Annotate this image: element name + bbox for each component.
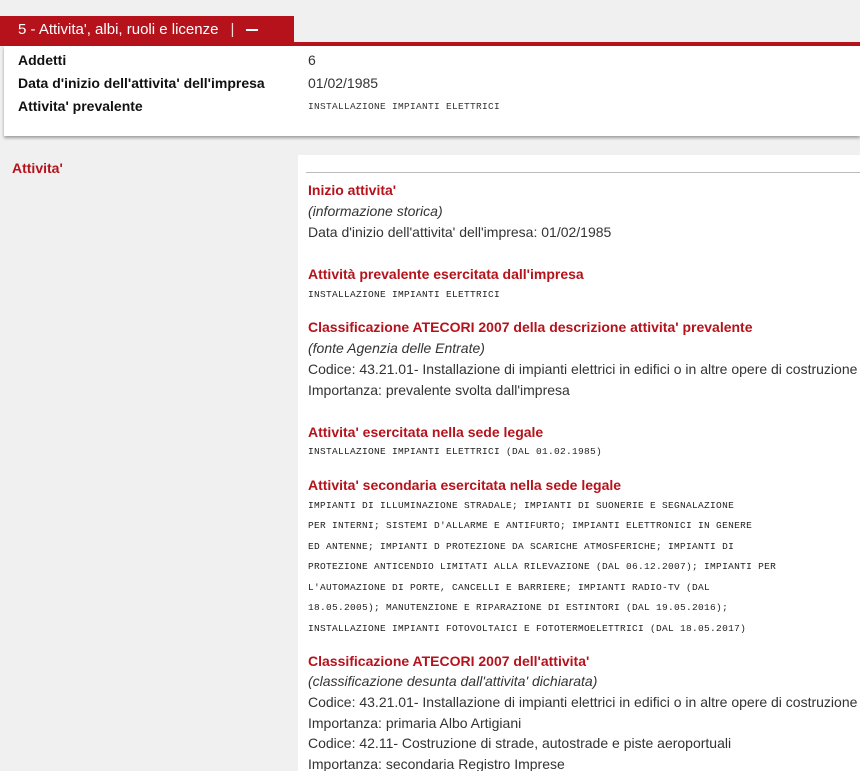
ateco-prevalente-title: Classificazione ATECORI 2007 della descr… bbox=[308, 319, 753, 335]
secondaria-line: L'AUTOMAZIONE DI PORTE, CANCELLI E BARRI… bbox=[308, 582, 711, 593]
ateco-attivita-codice-1: Codice: 43.21.01- Installazione di impia… bbox=[308, 694, 858, 710]
ateco-prevalente-codice: Codice: 43.21.01- Installazione di impia… bbox=[308, 361, 858, 377]
prevalente-title: Attività prevalente esercitata dall'impr… bbox=[308, 266, 584, 282]
ateco-attivita-importanza-2: Importanza: secondaria Registro Imprese bbox=[308, 756, 565, 771]
secondaria-title: Attivita' secondaria esercitata nella se… bbox=[308, 477, 622, 493]
section-title: 5 - Attivita', albi, ruoli e licenze bbox=[18, 21, 219, 38]
sede-legale-title: Attivita' esercitata nella sede legale bbox=[308, 424, 544, 440]
prevalente-value: INSTALLAZIONE IMPIANTI ELETTRICI bbox=[308, 101, 501, 112]
inizio-title: Inizio attivita' bbox=[308, 182, 397, 198]
summary-row-addetti: Addetti 6 bbox=[18, 52, 316, 68]
left-column: Attivita' bbox=[4, 155, 298, 771]
collapse-icon[interactable] bbox=[244, 22, 260, 38]
summary-panel: Addetti 6 Data d'inizio dell'attivita' d… bbox=[4, 46, 860, 136]
activity-details: Inizio attivita' (informazione storica) … bbox=[298, 155, 860, 771]
secondaria-line: ED ANTENNE; IMPIANTI D PROTEZIONE DA SCA… bbox=[308, 541, 735, 552]
secondaria-line: INSTALLAZIONE IMPIANTI FOTOVOLTAICI E FO… bbox=[308, 623, 747, 634]
ateco-prevalente-importanza: Importanza: prevalente svolta dall'impre… bbox=[308, 382, 570, 398]
ateco-attivita-note: (classificazione desunta dall'attivita' … bbox=[308, 673, 598, 689]
tab-separator: | bbox=[230, 21, 235, 38]
data-inizio-value: 01/02/1985 bbox=[308, 75, 379, 91]
addetti-label: Addetti bbox=[18, 52, 67, 68]
secondaria-line: PER INTERNI; SISTEMI D'ALLARME E ANTIFUR… bbox=[308, 520, 753, 531]
sede-legale-text: INSTALLAZIONE IMPIANTI ELETTRICI (DAL 01… bbox=[308, 446, 603, 457]
prevalente-text: INSTALLAZIONE IMPIANTI ELETTRICI bbox=[308, 289, 501, 300]
addetti-value: 6 bbox=[308, 52, 316, 68]
data-inizio-label: Data d'inizio dell'attivita' dell'impres… bbox=[18, 75, 265, 91]
ateco-attivita-importanza-1: Importanza: primaria Albo Artigiani bbox=[308, 715, 522, 731]
ateco-prevalente-note: (fonte Agenzia delle Entrate) bbox=[308, 340, 485, 356]
summary-row-data-inizio: Data d'inizio dell'attivita' dell'impres… bbox=[18, 75, 378, 91]
inizio-text: Data d'inizio dell'attivita' dell'impres… bbox=[308, 224, 612, 240]
secondaria-line: 18.05.2005); MANUTENZIONE E RIPARAZIONE … bbox=[308, 602, 729, 613]
secondaria-line: PROTEZIONE ANTICENDIO LIMITATI ALLA RILE… bbox=[308, 561, 777, 572]
prevalente-label: Attivita' prevalente bbox=[18, 98, 143, 114]
inizio-note: (informazione storica) bbox=[308, 203, 443, 219]
section-tab[interactable]: 5 - Attivita', albi, ruoli e licenze | bbox=[0, 16, 294, 43]
summary-row-prevalente: Attivita' prevalente INSTALLAZIONE IMPIA… bbox=[18, 98, 500, 114]
ateco-attivita-title: Classificazione ATECORI 2007 dell'attivi… bbox=[308, 653, 590, 669]
content-divider bbox=[306, 172, 860, 173]
secondaria-line: IMPIANTI DI ILLUMINAZIONE STRADALE; IMPI… bbox=[308, 500, 735, 511]
attivita-label: Attivita' bbox=[12, 160, 63, 176]
ateco-attivita-codice-2: Codice: 42.11- Costruzione di strade, au… bbox=[308, 735, 732, 751]
